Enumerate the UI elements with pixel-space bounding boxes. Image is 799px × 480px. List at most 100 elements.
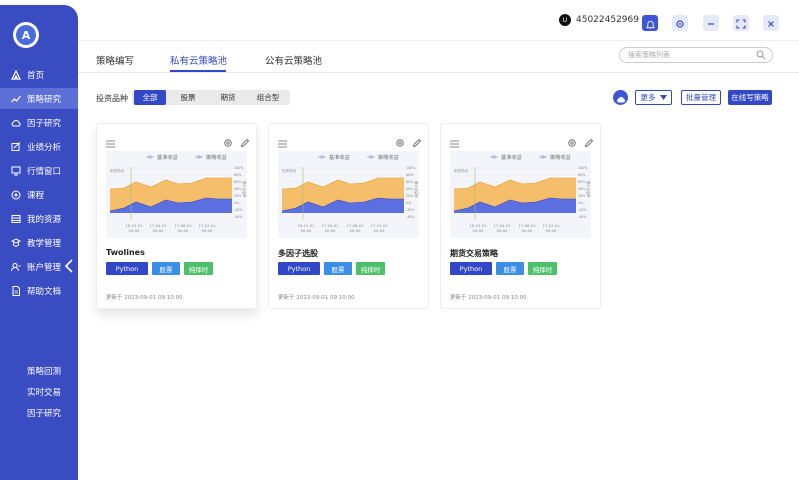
sidebar: A 首页 策略研究 因子研究 业绩分析 行情窗口 课程 我的资源 教学管理 账户… <box>0 5 78 480</box>
updated-time: 更新于 2023-09-01 09:10:00 <box>106 295 183 301</box>
y-tick-label: 100% <box>578 166 587 170</box>
course-icon <box>11 190 21 200</box>
updated-time: 更新于 2023-09-01 09:10:00 <box>450 295 527 301</box>
filter-all[interactable]: 全部 <box>134 90 166 105</box>
sidebar-item-factor-research[interactable]: 因子研究 <box>0 112 78 133</box>
app-logo[interactable]: A <box>13 22 39 48</box>
strategy-tag: 股票 <box>152 262 180 275</box>
x-tick-time: 00:00 <box>473 228 485 233</box>
x-tick-time: 00:00 <box>153 228 165 233</box>
strategy-tag: 纯择时 <box>184 262 213 275</box>
legend-strategy: 策略收益 <box>378 153 399 161</box>
y-tick-label: 40% <box>406 187 413 191</box>
chart-legend: 基准收益 策略收益 <box>318 153 399 161</box>
account-icon: U <box>559 14 571 26</box>
fullscreen-button[interactable] <box>733 15 749 31</box>
chart-note: 历史持仓 <box>454 168 469 173</box>
x-tick-time: 00:00 <box>546 228 558 233</box>
sidebar-sub-live-trading[interactable]: 实时交易 <box>27 386 61 398</box>
y-tick-label: 100% <box>406 166 415 170</box>
list-icon[interactable] <box>106 133 115 152</box>
close-button[interactable] <box>763 15 779 31</box>
y-axis-title: 累计收益率 <box>242 181 247 198</box>
y-tick-label: 0% <box>578 201 583 205</box>
sidebar-item-strategy-research[interactable]: 策略研究 <box>0 88 78 109</box>
legend-benchmark: 基准收益 <box>501 153 522 161</box>
chart-note: 历史持仓 <box>110 168 125 173</box>
strategy-card[interactable]: 基准收益 策略收益 历史持仓 100% 80% 60% 40% 20% 0% -20% -40% 累计… <box>440 123 601 309</box>
strategy-card[interactable]: 基准收益 策略收益 历史持仓 100% 80% 60% 40% 20% 0% -20% -40% 累计… <box>268 123 429 309</box>
cloud-icon <box>11 118 21 128</box>
sidebar-sub-backtest[interactable]: 策略回测 <box>27 365 61 377</box>
tab-strategy-writing[interactable]: 策略编写 <box>96 53 134 67</box>
tab-private-cloud[interactable]: 私有云策略池 <box>170 53 227 67</box>
edit-pencil-icon[interactable] <box>584 133 594 152</box>
list-icon[interactable] <box>278 133 287 152</box>
legend-strategy: 策略收益 <box>550 153 571 161</box>
settings-icon[interactable] <box>223 133 233 152</box>
bell-icon <box>645 14 655 33</box>
sidebar-item-account[interactable]: 账户管理 <box>0 256 78 277</box>
edit-pencil-icon[interactable] <box>412 133 422 152</box>
sidebar-item-resources[interactable]: 我的资源 <box>0 208 78 229</box>
more-label: 更多 <box>640 93 656 102</box>
y-tick-label: 40% <box>234 187 241 191</box>
caret-down-icon <box>659 93 667 102</box>
more-dropdown[interactable]: 更多 <box>635 90 672 105</box>
y-tick-label: -20% <box>578 208 587 212</box>
sidebar-item-label: 账户管理 <box>27 262 62 273</box>
settings-button[interactable] <box>672 15 688 31</box>
search-placeholder: 搜索策略列表 <box>628 51 670 59</box>
tab-public-cloud[interactable]: 公有云策略池 <box>265 53 322 67</box>
batch-manage-button[interactable]: 批量管理 <box>681 90 721 105</box>
sidebar-item-market[interactable]: 行情窗口 <box>0 160 78 181</box>
sidebar-item-teaching[interactable]: 教学管理 <box>0 232 78 253</box>
cloud-sync-button[interactable] <box>613 90 628 105</box>
filter-portfolio[interactable]: 组合型 <box>248 90 288 105</box>
strategy-name: 多因子选股 <box>278 249 318 258</box>
trend-icon <box>11 94 21 104</box>
write-online-button[interactable]: 在线写策略 <box>728 90 772 105</box>
chart-legend: 基准收益 策略收益 <box>146 153 227 161</box>
sidebar-item-home[interactable]: 首页 <box>0 64 78 85</box>
x-tick-time: 00:00 <box>178 228 190 233</box>
cloud-icon <box>616 88 626 107</box>
settings-icon[interactable] <box>567 133 577 152</box>
sidebar-item-help[interactable]: 帮助文档 <box>0 280 78 301</box>
notification-button[interactable] <box>642 15 658 31</box>
filter-stock[interactable]: 股票 <box>170 90 206 105</box>
legend-benchmark: 基准收益 <box>329 153 350 161</box>
x-tick-time: 00:00 <box>325 228 337 233</box>
doc-icon <box>11 285 21 296</box>
y-tick-label: 60% <box>234 180 241 184</box>
logo-letter: A <box>16 25 36 45</box>
x-tick-time: 00:00 <box>497 228 509 233</box>
sidebar-item-label: 课程 <box>27 190 45 201</box>
sidebar-item-performance[interactable]: 业绩分析 <box>0 136 78 157</box>
strategy-name: 期货交易策略 <box>450 249 498 258</box>
x-tick-time: 00:00 <box>350 228 362 233</box>
collapse-chevron-icon[interactable] <box>64 259 74 273</box>
settings-icon[interactable] <box>395 133 405 152</box>
list-icon[interactable] <box>450 133 459 152</box>
search-icon[interactable] <box>756 50 766 65</box>
close-icon <box>766 14 776 33</box>
y-tick-label: 20% <box>578 194 585 198</box>
gear-icon <box>675 14 685 33</box>
strategy-card[interactable]: 基准收益 策略收益 历史持仓 100% 80% 60% 40% 20% 0% -20% -40% 累计… <box>96 123 257 309</box>
sidebar-sub-factor-research[interactable]: 因子研究 <box>27 407 61 419</box>
x-tick-time: 00:00 <box>374 228 386 233</box>
account-info[interactable]: U 45022452969 <box>559 14 639 26</box>
account-id: 45022452969 <box>576 15 639 25</box>
return-chart: 基准收益 策略收益 历史持仓 100% 80% 60% 40% 20% 0% -20% -40% 累计… <box>106 151 247 238</box>
filter-label: 投资品种 <box>96 94 128 103</box>
strategy-tag: Python <box>106 262 148 275</box>
search-input[interactable]: 搜索策略列表 <box>619 47 773 63</box>
resource-icon <box>11 214 21 224</box>
y-tick-label: 80% <box>234 173 241 177</box>
sidebar-item-label: 策略研究 <box>27 94 62 105</box>
sidebar-item-course[interactable]: 课程 <box>0 184 78 205</box>
edit-pencil-icon[interactable] <box>240 133 250 152</box>
filter-futures[interactable]: 期货 <box>210 90 246 105</box>
minimize-button[interactable] <box>703 15 719 31</box>
